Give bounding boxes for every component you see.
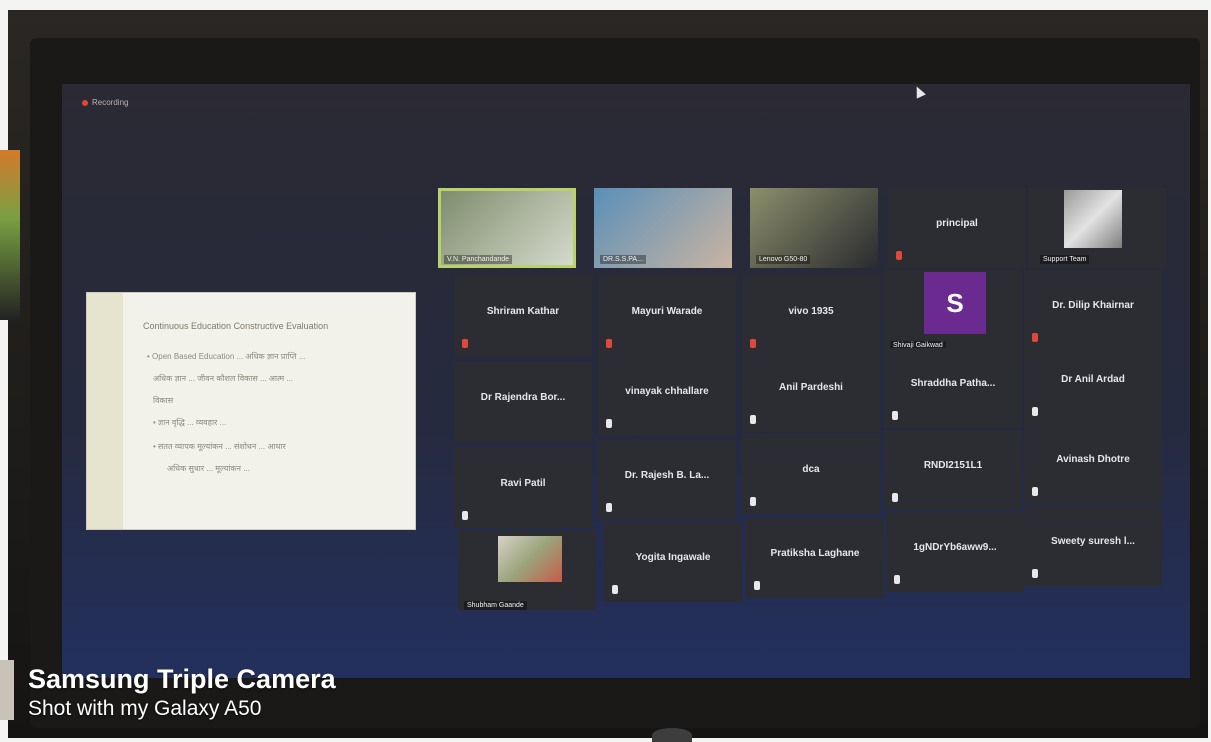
participant-name: Shriram Kathar	[486, 306, 560, 317]
participant-name: vinayak chhallare	[625, 386, 709, 397]
participant-name: principal	[936, 218, 978, 229]
mic-muted-icon	[612, 585, 618, 594]
participant-tile[interactable]: Ravi Patil	[454, 448, 592, 528]
participant-name: dca	[802, 464, 820, 475]
participant-name: V.N. Panchandande	[444, 255, 513, 264]
participant-name: Mayuri Warade	[631, 306, 703, 317]
participant-name: Avinash Dhotre	[1056, 454, 1130, 465]
shared-screen-line: विकास	[153, 396, 174, 405]
shared-screen-line: • सतत व्यापक मूल्यांकन ... संशोधन ... आध…	[153, 442, 286, 451]
participant-tile[interactable]: Shraddha Patha...	[884, 348, 1022, 428]
support-team-image	[1064, 190, 1122, 248]
mic-muted-icon	[892, 493, 898, 502]
participant-name: DR.S.S.PA...	[600, 255, 646, 264]
participant-name: RNDI2151L1	[923, 460, 983, 471]
mic-muted-icon	[754, 581, 760, 590]
shared-screen-line: • Open Based Education ... अधिक ज्ञान प्…	[147, 352, 306, 361]
mouse-cursor-icon	[912, 84, 926, 99]
participant-tile[interactable]: Anil Pardeshi	[742, 352, 880, 432]
mic-muted-icon	[606, 503, 612, 512]
participant-tile[interactable]: S Shivaji Gaikwad	[884, 270, 1022, 350]
mic-muted-icon	[894, 575, 900, 584]
shared-screen[interactable]: Continuous Education Constructive Evalua…	[86, 292, 416, 530]
mic-muted-icon	[750, 415, 756, 424]
participant-tile-video[interactable]: Lenovo G50-80	[750, 188, 878, 268]
participant-tile[interactable]: Shubham Gaande	[458, 530, 596, 610]
shared-screen-line: अधिक ज्ञान ... जीवन कौशल विकास ... आत्म …	[153, 374, 293, 383]
mic-muted-icon	[462, 511, 468, 520]
participant-tile[interactable]: Sweety suresh l...	[1024, 506, 1162, 586]
participant-tile[interactable]: Yogita Ingawale	[604, 522, 742, 602]
participant-name: vivo 1935	[788, 306, 834, 317]
shared-screen-strip	[87, 293, 123, 529]
participant-name: Anil Pardeshi	[779, 382, 843, 393]
monitor-logo	[652, 728, 692, 742]
participant-tile[interactable]: Dr Anil Ardad	[1024, 344, 1162, 424]
shared-screen-title: Continuous Education Constructive Evalua…	[143, 321, 329, 331]
participant-tile[interactable]: vinayak chhallare	[598, 356, 736, 436]
participant-name: Dr Rajendra Bor...	[480, 392, 566, 403]
mic-muted-icon	[606, 339, 612, 348]
mic-muted-icon	[750, 339, 756, 348]
participant-tile[interactable]: Dr. Dilip Khairnar	[1024, 270, 1162, 350]
photo-left-edge	[0, 150, 20, 320]
participant-name: Yogita Ingawale	[635, 552, 711, 563]
participant-name: Shubham Gaande	[464, 601, 527, 610]
mic-muted-icon	[462, 339, 468, 348]
mic-muted-icon	[896, 251, 902, 260]
record-dot-icon	[82, 99, 88, 106]
watermark-line-1: Samsung Triple Camera	[28, 664, 336, 694]
participant-tile[interactable]: Dr. Rajesh B. La...	[598, 440, 736, 520]
participant-name: Dr. Rajesh B. La...	[624, 470, 710, 481]
photo-left-bottom-edge	[0, 660, 14, 720]
participant-name: Dr Anil Ardad	[1061, 374, 1125, 385]
participant-tile[interactable]: principal	[888, 188, 1026, 268]
recording-indicator[interactable]: Recording	[82, 98, 128, 107]
participant-name: Sweety suresh l...	[1051, 536, 1135, 547]
participant-name: Ravi Patil	[500, 478, 546, 489]
participant-name: 1gNDrYb6aww9...	[913, 542, 997, 553]
participant-name: Dr. Dilip Khairnar	[1052, 300, 1134, 311]
participant-tile-video[interactable]: DR.S.S.PA...	[594, 188, 732, 268]
mic-muted-icon	[1032, 407, 1038, 416]
participant-tile[interactable]: 1gNDrYb6aww9...	[886, 512, 1024, 592]
participant-tile[interactable]: vivo 1935	[742, 276, 880, 356]
participant-name: Shraddha Patha...	[910, 378, 996, 389]
shared-screen-line: • ज्ञान वृद्धि ... व्यवहार ...	[153, 418, 227, 427]
recording-label: Recording	[92, 98, 129, 107]
watermark-line-2: Shot with my Galaxy A50	[28, 697, 262, 720]
mic-muted-icon	[750, 497, 756, 506]
mic-muted-icon	[892, 411, 898, 420]
shared-screen-line: अधिक सुधार ... मूल्यांकन ...	[167, 464, 250, 473]
participant-tile-video[interactable]: V.N. Panchandande	[438, 188, 576, 268]
participant-photo	[498, 536, 562, 582]
participant-tile[interactable]: Mayuri Warade	[598, 276, 736, 356]
participant-tile[interactable]: Pratiksha Laghane	[746, 518, 884, 598]
participant-name: Lenovo G50-80	[756, 255, 811, 264]
participant-tile[interactable]: Support Team	[1028, 188, 1166, 268]
participant-tile[interactable]: Avinash Dhotre	[1024, 424, 1162, 504]
participant-tile[interactable]: dca	[742, 434, 880, 514]
participant-tile[interactable]: Shriram Kathar	[454, 276, 592, 356]
mic-muted-icon	[1032, 569, 1038, 578]
avatar: S	[924, 272, 986, 334]
participant-name: Pratiksha Laghane	[770, 548, 860, 559]
mic-muted-icon	[606, 419, 612, 428]
meeting-screen: Recording Continuous Education Construct…	[62, 84, 1190, 678]
mic-muted-icon	[1032, 333, 1038, 342]
participant-tile[interactable]: Dr Rajendra Bor...	[454, 362, 592, 442]
participant-name: Support Team	[1040, 255, 1090, 264]
mic-muted-icon	[1032, 487, 1038, 496]
participant-tile[interactable]: RNDI2151L1	[884, 430, 1022, 510]
camera-watermark: Samsung Triple Camera Shot with my Galax…	[28, 664, 336, 721]
